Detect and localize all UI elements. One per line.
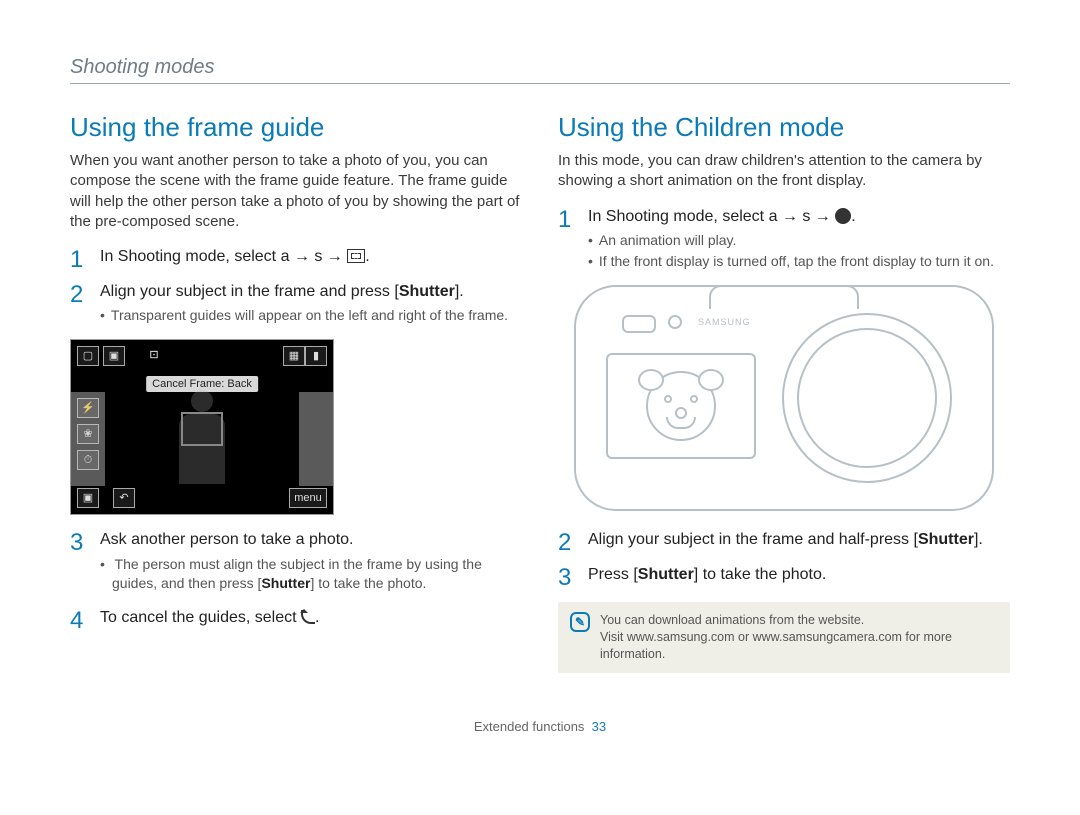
camera-flash [622, 315, 656, 333]
step-title: Ask another person to take a photo. [100, 529, 522, 551]
lcd-frame-icon: ▣ [103, 346, 125, 366]
clown-mode-icon [835, 208, 851, 224]
step-number: 3 [558, 564, 588, 593]
lcd-mode-icon: ▢ [77, 346, 99, 366]
right-heading: Using the Children mode [558, 112, 1010, 143]
camera-lens [782, 313, 952, 483]
step-number: 2 [70, 281, 100, 333]
frame-guide-icon [347, 249, 365, 263]
section-header: Shooting modes [70, 56, 1010, 84]
camera-front-display [606, 353, 756, 459]
step-title: In Shooting mode, select a → s → . [100, 246, 522, 268]
right-column: Using the Children mode In this mode, yo… [558, 112, 1010, 673]
right-step-1: 1 In Shooting mode, select a → s → . An … [558, 206, 1010, 279]
right-step-2: 2 Align your subject in the frame and ha… [558, 529, 1010, 558]
camera-illustration: SAMSUNG [558, 285, 1010, 511]
section-title: Shooting modes [70, 56, 215, 78]
step-number: 1 [558, 206, 588, 279]
lcd-guide-right [299, 392, 333, 486]
lcd-storage-icon: ▦ [283, 346, 305, 366]
right-intro: In this mode, you can draw children's at… [558, 151, 1010, 192]
lcd-top-icon: ⊡ [143, 346, 165, 366]
step-title: In Shooting mode, select a → s → . [588, 206, 1010, 228]
camera-brand-logo: SAMSUNG [698, 317, 738, 327]
right-step-3: 3 Press [Shutter] to take the photo. [558, 564, 1010, 593]
lcd-menu-button: menu [289, 488, 327, 508]
page-footer: Extended functions 33 [70, 719, 1010, 734]
left-step-2: 2 Align your subject in the frame and pr… [70, 281, 522, 333]
left-column: Using the frame guide When you want anot… [70, 112, 522, 673]
clown-animation-icon [646, 371, 716, 441]
left-step-4: 4 To cancel the guides, select . [70, 607, 522, 636]
page-number: 33 [592, 719, 606, 734]
lcd-focus-frame [181, 412, 223, 446]
left-intro: When you want another person to take a p… [70, 151, 522, 232]
bullet: If the front display is turned off, tap … [588, 252, 1010, 271]
footer-section: Extended functions [474, 719, 585, 734]
bullet: Transparent guides will appear on the le… [100, 306, 522, 325]
two-column-layout: Using the frame guide When you want anot… [70, 112, 1010, 673]
page-root: Shooting modes Using the frame guide Whe… [0, 0, 1080, 734]
lcd-guide-left [71, 392, 105, 486]
left-heading: Using the frame guide [70, 112, 522, 143]
step-number: 4 [70, 607, 100, 636]
left-step-3: 3 Ask another person to take a photo. Th… [70, 529, 522, 600]
bullet: The person must align the subject in the… [100, 555, 522, 593]
info-note: ✎ You can download animations from the w… [558, 602, 1010, 673]
step-title: Align your subject in the frame and pres… [100, 281, 522, 303]
info-icon: ✎ [570, 612, 590, 632]
step-bullets: An animation will play. If the front dis… [588, 231, 1010, 271]
step-bullets: Transparent guides will appear on the le… [100, 306, 522, 325]
left-step-1: 1 In Shooting mode, select a → s → . [70, 246, 522, 275]
step-title: Press [Shutter] to take the photo. [588, 564, 1010, 586]
step-number: 1 [70, 246, 100, 275]
back-icon [301, 610, 315, 624]
camera-lcd-screenshot: ▢ ▣ ⊡ ▦ ▮ ⚡ ❀ ⏱ ▣ ↶ menu Cancel Frame: B… [70, 339, 334, 515]
step-bullets: The person must align the subject in the… [100, 555, 522, 593]
bullet: An animation will play. [588, 231, 1010, 250]
lcd-battery-icon: ▮ [305, 346, 327, 366]
lcd-back-icon: ↶ [113, 488, 135, 508]
note-line: Visit www.samsung.com or www.samsungcame… [600, 629, 998, 663]
camera-sensor [668, 315, 682, 329]
step-title: To cancel the guides, select . [100, 607, 522, 629]
step-title: Align your subject in the frame and half… [588, 529, 1010, 551]
lcd-display-icon: ▣ [77, 488, 99, 508]
note-line: You can download animations from the web… [600, 612, 998, 629]
step-number: 3 [70, 529, 100, 600]
camera-top-hump [709, 285, 859, 309]
step-number: 2 [558, 529, 588, 558]
